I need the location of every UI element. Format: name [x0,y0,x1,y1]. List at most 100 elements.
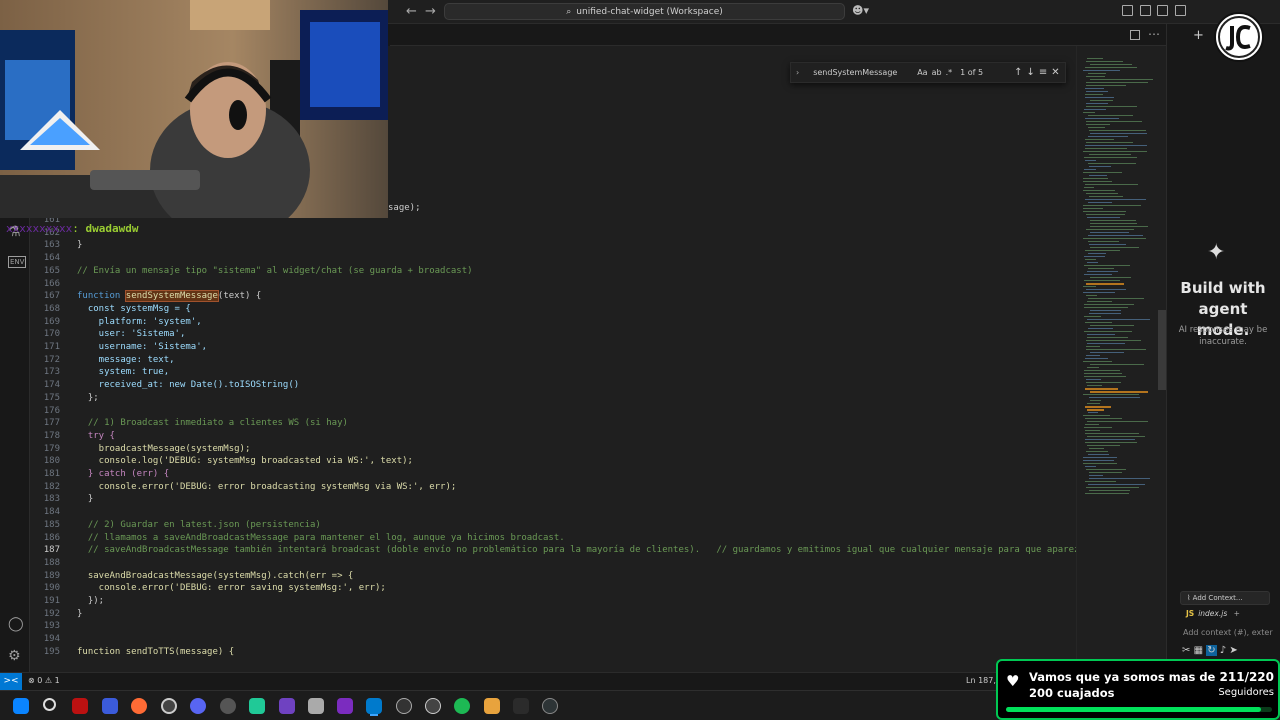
app-icon-12[interactable] [542,698,558,714]
app-icon-4[interactable] [220,698,236,714]
line-number: 185 [43,519,60,530]
app-icon-2[interactable] [102,698,118,714]
remote-indicator[interactable]: >< [0,673,22,690]
account-icon[interactable]: ◯ [8,616,24,632]
code-line[interactable]: 195 function sendToTTS(message) { [30,646,1076,659]
gear-icon[interactable]: ⚙ [8,648,21,664]
layout-toggle-icon[interactable] [1122,5,1133,16]
code-line[interactable]: 164 [30,252,1076,265]
code-line[interactable]: 163} [30,239,1076,252]
minimap-line [1088,235,1143,236]
code-line[interactable]: 169 platform: 'system', [30,316,1076,329]
regex-button[interactable]: .* [946,68,953,77]
tools-icon[interactable]: ✂ [1182,645,1190,656]
minimap-line [1087,334,1115,335]
minimap-line [1086,121,1142,122]
add-context-button[interactable]: ⌇ Add Context... [1180,591,1270,605]
minimap-line [1086,103,1108,104]
scrollbar[interactable] [1158,310,1166,390]
line-number: 191 [43,596,60,606]
add-icon[interactable]: + [1234,609,1240,618]
code-line[interactable]: 173 system: true, [30,366,1076,379]
code-line[interactable]: 172 message: text, [30,354,1076,367]
find-input[interactable]: sendSystemMessage [813,65,913,80]
code-line[interactable]: 187 // saveAndBroadcastMessage también i… [30,544,1134,557]
search-icon[interactable] [43,698,56,711]
more-actions-icon[interactable]: ⋯ [1148,27,1160,41]
app-icon-8[interactable] [396,698,412,714]
code-line[interactable]: 167 function sendSystemMessage(text) { [30,290,1076,303]
split-editor-icon[interactable] [1130,30,1140,40]
menu-icon[interactable]: ≡ [1039,67,1047,78]
spotify-icon[interactable] [454,698,470,714]
new-chat-icon[interactable]: + [1193,28,1204,43]
app-icon-3[interactable] [131,698,147,714]
code-line[interactable]: 193 [30,620,1076,633]
minimap-line [1085,433,1139,434]
context-file-chip[interactable]: JS index.js + [1186,609,1240,618]
env-file-icon[interactable]: ENV [8,256,27,268]
mic-icon[interactable]: ♪ [1220,645,1226,656]
code-line[interactable]: 180 console.log('DEBUG: systemMsg broadc… [30,455,1076,468]
code-line[interactable]: 182 console.error('DEBUG: error broadcas… [30,481,1076,494]
find-widget[interactable]: › sendSystemMessage Aa ab .* 1 of 5 ↑ ↓ … [790,62,1066,83]
arrow-right-icon[interactable]: → [425,4,436,19]
code-line[interactable]: 189 saveAndBroadcastMessage(systemMsg).c… [30,570,1076,583]
code-line[interactable]: 171 username: 'Sistema', [30,341,1076,354]
code-line[interactable]: 191 }); [30,595,1076,608]
command-center-search[interactable]: ⌕ unified-chat-widget (Workspace) [444,3,845,20]
minimap-line [1090,391,1148,393]
chat-panel [1166,24,1280,672]
code-line[interactable]: 165 // Envía un mensaje tipo "sistema" al… [30,265,1076,278]
visual-studio-icon[interactable] [337,698,353,714]
app-icon-10[interactable] [484,698,500,714]
code-line[interactable]: 175 }; [30,392,1076,405]
app-icon-11[interactable] [513,698,529,714]
line-number: 181 [43,469,60,479]
code-line[interactable]: 168 const systemMsg = { [30,303,1076,316]
sidebar-toggle-icon[interactable] [1140,5,1151,16]
code-line[interactable]: 190 console.error('DEBUG: error saving s… [30,582,1076,595]
code-line[interactable]: 184 [30,506,1076,519]
arrow-up-icon[interactable]: ↑ [1014,67,1022,78]
agent-mode-icon[interactable]: ↻ [1206,645,1217,656]
attach-icon[interactable]: ▦ [1194,645,1203,656]
app-icon-7[interactable] [308,698,324,714]
discord-icon[interactable] [190,698,206,714]
app-icon-1[interactable] [72,698,88,714]
close-icon[interactable]: ✕ [1051,67,1059,78]
code-line[interactable]: 174 received_at: new Date().toISOString(… [30,379,1076,392]
code-line[interactable]: 185 // 2) Guardar en latest.json (persis… [30,519,1076,532]
code-line[interactable]: 186 // llamamos a saveAndBroadcastMessag… [30,532,1076,545]
match-case-button[interactable]: Aa [917,68,927,77]
vscode-icon[interactable] [366,698,382,714]
app-icon-6[interactable] [279,698,295,714]
minimap[interactable] [1076,46,1166,672]
code-line[interactable]: 194 [30,633,1076,646]
copilot-icon[interactable]: ☻▾ [852,4,869,17]
code-line[interactable]: 179 broadcastMessage(systemMsg); [30,443,1076,456]
code-line[interactable]: 177 // 1) Broadcast inmediato a clientes… [30,417,1076,430]
code-line[interactable]: 176 [30,405,1076,418]
match-word-button[interactable]: ab [932,68,942,77]
arrow-down-icon[interactable]: ↓ [1027,67,1035,78]
code-line[interactable]: 192} [30,608,1076,621]
code-line[interactable]: 183 } [30,493,1076,506]
minimap-line [1085,160,1096,161]
code-line[interactable]: 181 } catch (err) { [30,468,1076,481]
code-line[interactable]: 178 try { [30,430,1076,443]
chat-input[interactable]: Add context (#), exter [1183,628,1273,637]
app-icon-5[interactable] [249,698,265,714]
code-line[interactable]: 166 [30,278,1076,291]
code-line[interactable]: 170 user: 'Sistema', [30,328,1076,341]
secondary-sidebar-icon[interactable] [1175,5,1186,16]
app-icon-9[interactable] [425,698,441,714]
chrome-icon[interactable] [161,698,177,714]
windows-start-icon[interactable] [13,698,29,714]
code-line[interactable]: 188 [30,557,1076,570]
send-icon[interactable]: ➤ [1229,645,1237,656]
problems-indicator[interactable]: ⊗ 0 ⚠ 1 [28,676,60,685]
panel-toggle-icon[interactable] [1157,5,1168,16]
chevron-right-icon[interactable]: › [796,68,799,77]
arrow-left-icon[interactable]: ← [406,4,417,19]
